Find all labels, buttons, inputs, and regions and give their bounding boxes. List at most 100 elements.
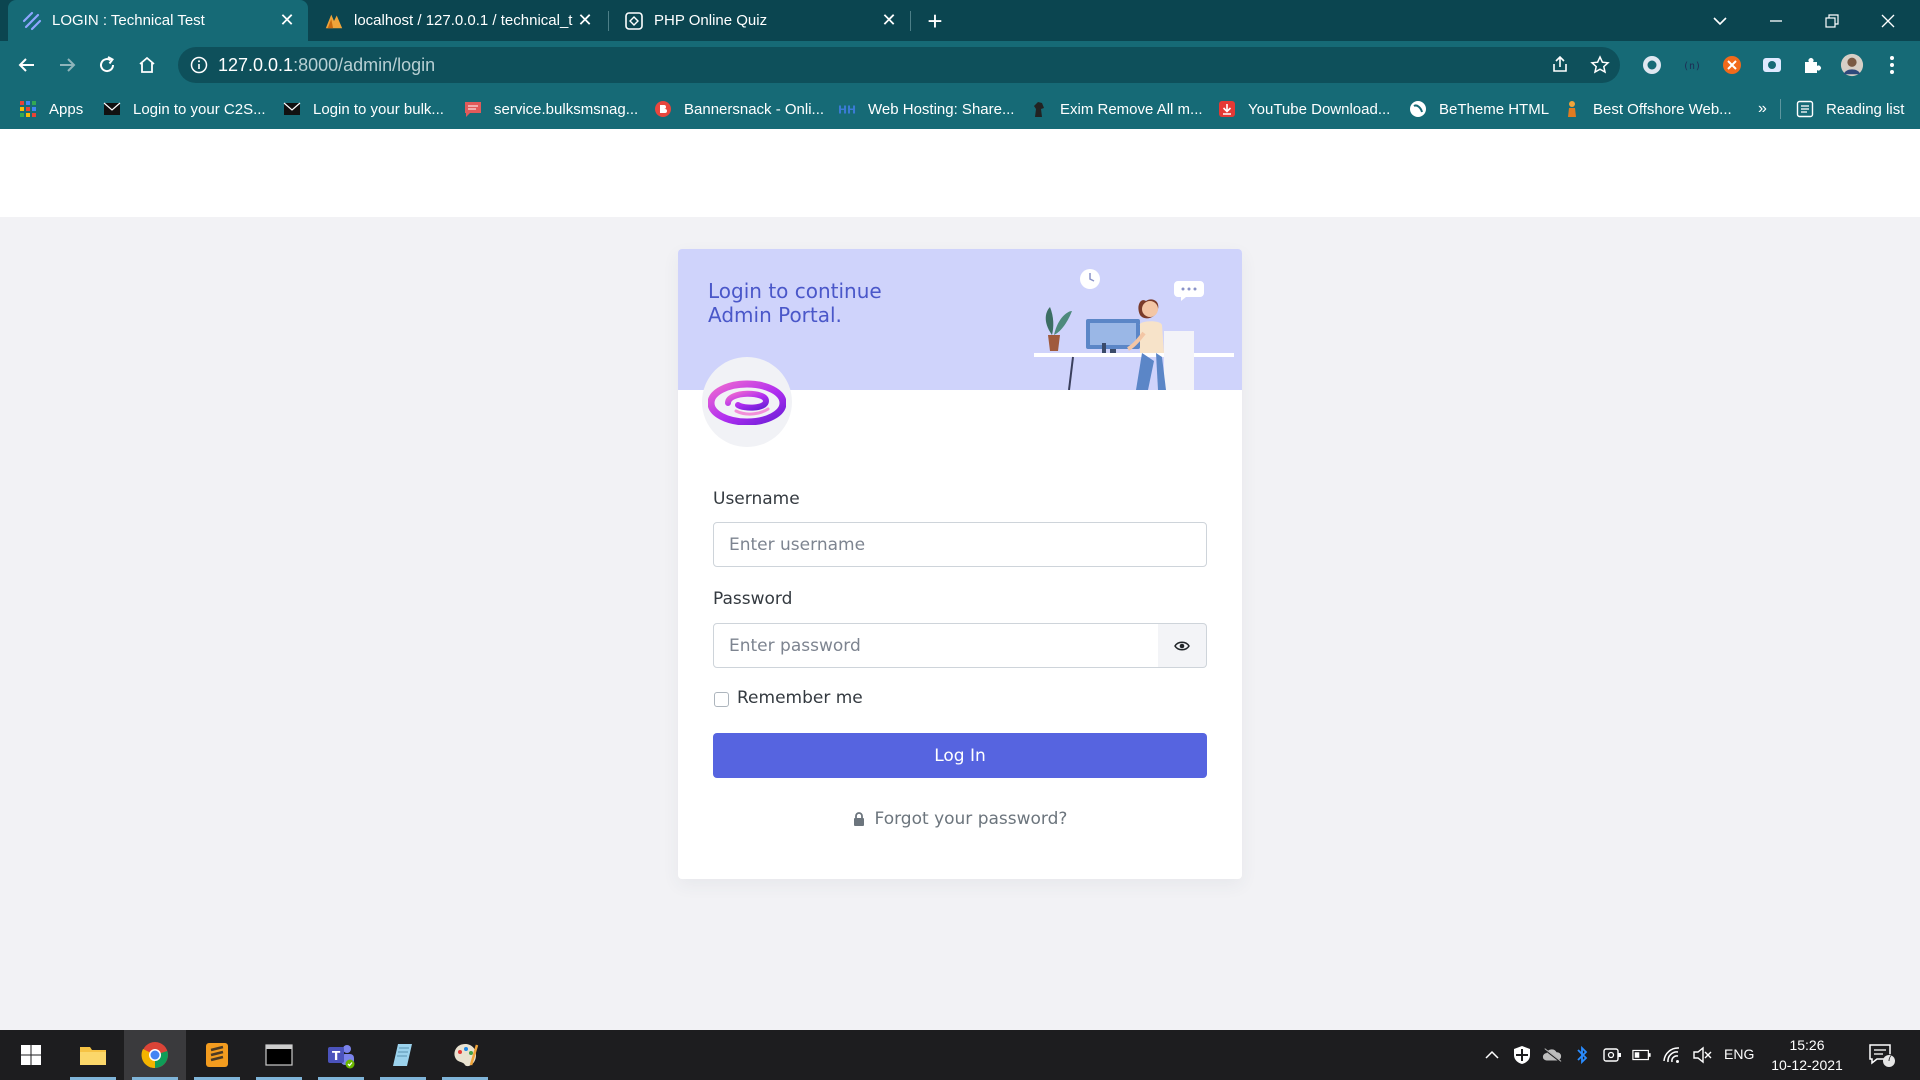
close-tab-icon[interactable]: ✕ [574, 10, 596, 32]
bookmarks-bar: Apps Login to your C2S... Login to your … [0, 89, 1920, 129]
bookmark-webhosting[interactable]: HH Web Hosting: Share... [838, 89, 1014, 129]
toggle-password-button[interactable] [1158, 623, 1207, 668]
puzzle-icon[interactable] [1800, 53, 1824, 77]
bookmark-label: service.bulksmsnag... [494, 100, 639, 118]
extension-code-icon[interactable]: (n) [1680, 53, 1704, 77]
extension-ring-icon[interactable] [1640, 53, 1664, 77]
reading-list-button[interactable]: Reading list [1796, 89, 1904, 129]
bookmark-bulksmsnag[interactable]: service.bulksmsnag... [464, 89, 638, 129]
restore-icon [1825, 13, 1839, 28]
taskbar-terminal[interactable] [248, 1030, 310, 1080]
bookmark-label: Web Hosting: Share... [868, 100, 1015, 118]
tab-title: LOGIN : Technical Test [52, 12, 205, 29]
bookmark-label: BeTheme HTML [1439, 100, 1550, 118]
remember-me-checkbox[interactable] [714, 692, 729, 707]
tray-security[interactable] [1512, 1045, 1532, 1065]
sublime-text-icon [206, 1043, 228, 1067]
bookmarks-separator [1780, 89, 1781, 129]
minimize-button[interactable] [1748, 0, 1804, 41]
extension-screen-icon[interactable] [1760, 53, 1784, 77]
tab-php-quiz[interactable]: PHP Online Quiz ✕ [610, 0, 910, 41]
phpmyadmin-favicon-icon [324, 11, 344, 31]
battery-icon [1632, 1049, 1651, 1061]
forgot-password-link[interactable]: Forgot your password? [678, 809, 1242, 829]
taskbar-clock[interactable]: 15:26 10-12-2021 [1770, 1035, 1844, 1075]
bookmark-label: Bannersnack - Onli... [684, 100, 825, 118]
bookmark-offshore[interactable]: Best Offshore Web... [1563, 89, 1732, 129]
web-favicon-icon [624, 11, 644, 31]
teams-icon: T [328, 1045, 355, 1069]
forgot-password-text: Forgot your password? [874, 809, 1068, 829]
username-input[interactable] [713, 522, 1207, 567]
bookmark-youtube-download[interactable]: YouTube Download... [1218, 89, 1390, 129]
back-button[interactable] [13, 51, 41, 79]
taskbar-notepad[interactable] [372, 1030, 434, 1080]
taskbar-chrome[interactable] [124, 1030, 186, 1080]
login-heading: Login to continue Admin Portal. [708, 279, 882, 327]
menu-kebab-icon[interactable] [1880, 53, 1904, 77]
reload-button[interactable] [93, 51, 121, 79]
cloud-offline-icon [1542, 1047, 1562, 1063]
home-icon [139, 56, 155, 73]
start-button[interactable] [0, 1030, 62, 1080]
restore-button[interactable] [1804, 0, 1860, 41]
clock-time: 15:26 [1789, 1037, 1825, 1053]
bookmarks-overflow-button[interactable]: » [1758, 89, 1767, 129]
tab-separator [910, 11, 911, 31]
address-bar[interactable]: 127.0.0.1:8000/admin/login [178, 47, 1620, 83]
terminal-icon [265, 1044, 293, 1066]
new-tab-button[interactable]: + [921, 8, 949, 36]
show-hidden-icons-button[interactable] [1482, 1045, 1502, 1065]
bookmark-c2s[interactable]: Login to your C2S... [103, 89, 266, 129]
envelope-icon [283, 100, 301, 118]
tray-onedrive[interactable] [1542, 1045, 1562, 1065]
browser-tab-bar: LOGIN : Technical Test ✕ localhost / 127… [0, 0, 1920, 41]
notepad-icon [393, 1044, 412, 1066]
swirl-logo-icon [708, 380, 786, 425]
bookmark-betheme[interactable]: BeTheme HTML [1409, 89, 1549, 129]
url-path: :8000/admin/login [293, 55, 436, 75]
share-icon[interactable] [1550, 55, 1570, 75]
close-tab-icon[interactable]: ✕ [878, 10, 900, 32]
taskbar-paint[interactable] [434, 1030, 496, 1080]
taskbar-sublime[interactable] [186, 1030, 248, 1080]
avatar[interactable] [1840, 53, 1864, 77]
person-icon [1563, 100, 1581, 118]
bookmark-label: Apps [49, 100, 84, 118]
login-heading-line2: Admin Portal. [708, 303, 842, 327]
close-tab-icon[interactable]: ✕ [276, 10, 298, 32]
tray-battery[interactable] [1632, 1045, 1652, 1065]
bookmark-bannersnack[interactable]: Bannersnack - Onli... [654, 89, 824, 129]
taskbar-teams[interactable]: T [310, 1030, 372, 1080]
home-button[interactable] [133, 51, 161, 79]
bookmark-apps[interactable]: Apps [19, 89, 83, 129]
tray-bluetooth[interactable] [1572, 1045, 1592, 1065]
chat-bubble-icon [464, 100, 482, 118]
close-window-button[interactable] [1860, 0, 1916, 41]
url-host: 127.0.0.1 [218, 55, 294, 75]
brand-logo [702, 357, 792, 447]
login-button[interactable]: Log In [713, 733, 1207, 778]
paint-palette-icon [454, 1044, 479, 1067]
extension-orange-icon[interactable] [1720, 53, 1744, 77]
tray-wifi[interactable] [1662, 1045, 1682, 1065]
password-input[interactable] [713, 623, 1159, 668]
tab-search-button[interactable] [1692, 0, 1748, 41]
tray-meet-now[interactable] [1602, 1045, 1622, 1065]
tab-phpmyadmin[interactable]: localhost / 127.0.0.1 / technical_t ✕ [310, 0, 606, 41]
meet-now-icon [1603, 1048, 1621, 1062]
password-label: Password [713, 589, 793, 609]
notification-center-button[interactable]: 7 [1868, 1042, 1896, 1068]
input-language[interactable]: ENG [1724, 1046, 1754, 1062]
forward-button[interactable] [53, 51, 81, 79]
envelope-icon [103, 100, 121, 118]
tray-volume[interactable] [1692, 1045, 1712, 1065]
remember-me-label[interactable]: Remember me [737, 688, 863, 708]
star-icon[interactable] [1590, 55, 1610, 75]
tab-login[interactable]: LOGIN : Technical Test ✕ [8, 0, 308, 41]
bookmark-exim[interactable]: Exim Remove All m... [1030, 89, 1203, 129]
taskbar-file-explorer[interactable] [62, 1030, 124, 1080]
bookmark-bulk[interactable]: Login to your bulk... [283, 89, 444, 129]
login-card: Login to continue Admin Portal. Username… [678, 249, 1242, 879]
svg-text:(n): (n) [1683, 61, 1701, 72]
